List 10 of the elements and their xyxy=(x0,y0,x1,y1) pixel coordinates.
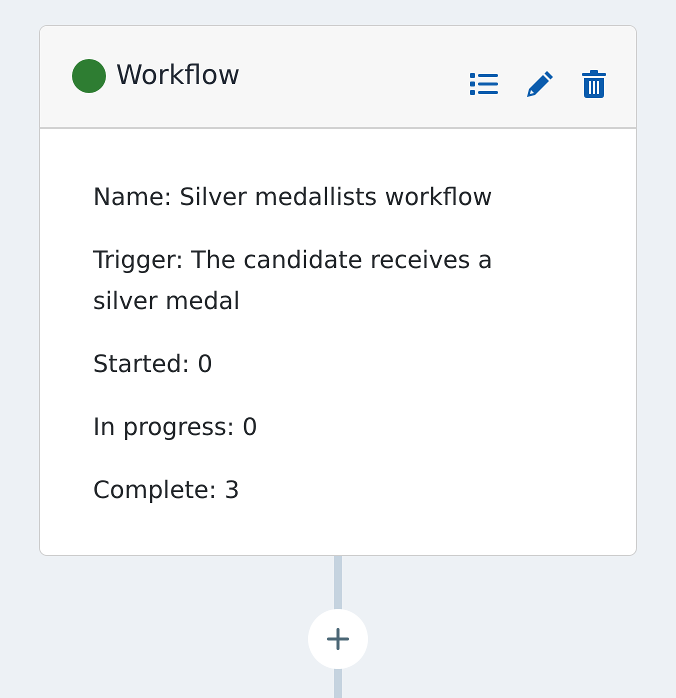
trash-icon[interactable] xyxy=(582,70,606,98)
detail-text: Complete: 3 xyxy=(93,475,241,506)
detail-text: Trigger: The candidate receives a silver medal xyxy=(93,245,494,317)
detail-text: Started: 0 xyxy=(93,349,214,380)
plus-icon xyxy=(327,628,349,650)
card-title: Workflow xyxy=(116,60,240,90)
detail-text: In progress: 0 xyxy=(93,412,259,443)
pencil-icon[interactable] xyxy=(526,70,554,98)
list-icon[interactable] xyxy=(470,70,498,96)
detail-text: Name: Silver medallists workflow xyxy=(93,182,494,213)
